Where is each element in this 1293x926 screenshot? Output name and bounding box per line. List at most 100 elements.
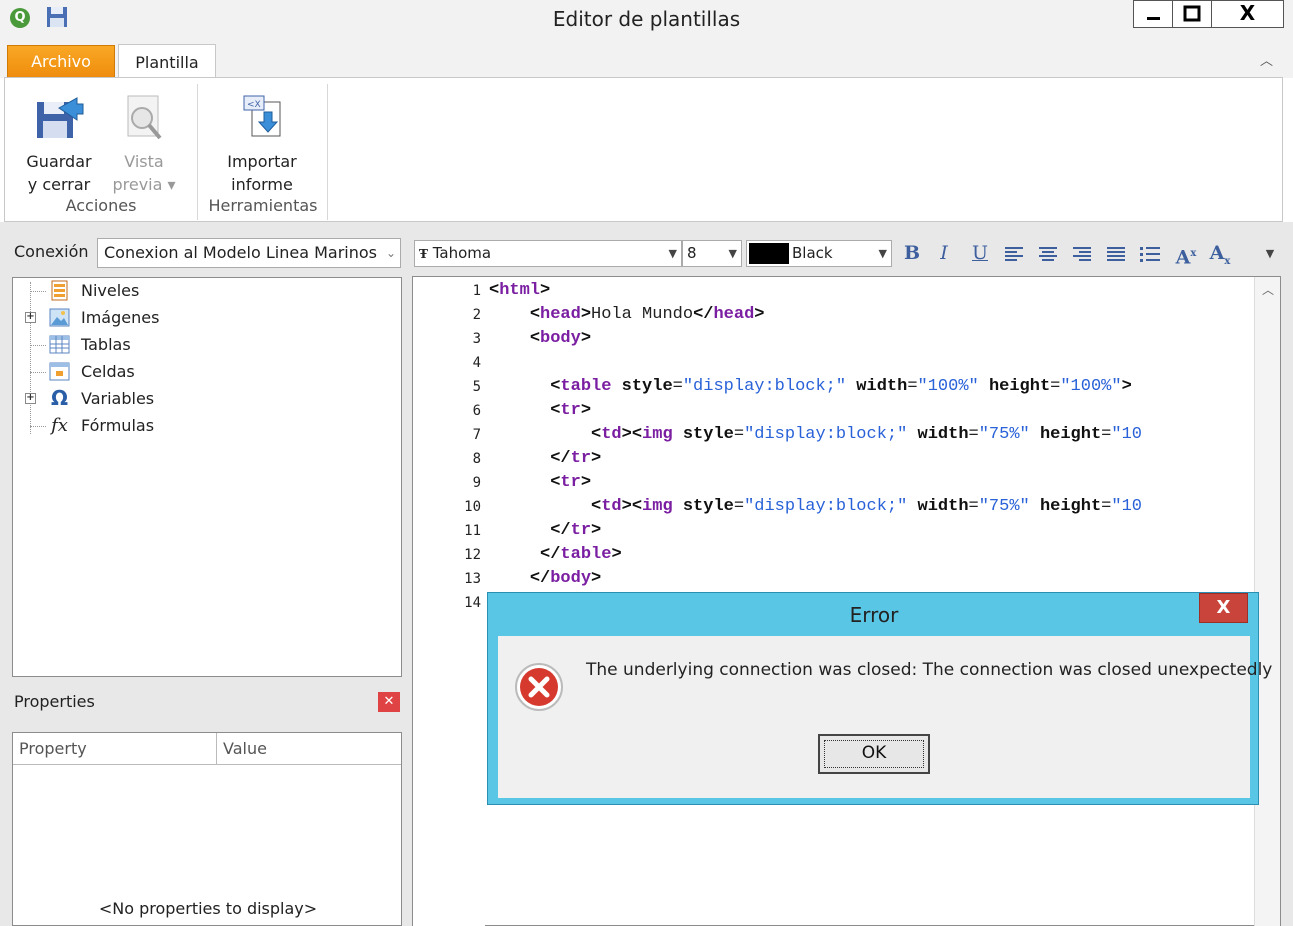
dialog-body: The underlying connection was closed: Th… bbox=[498, 636, 1272, 798]
maximize-icon bbox=[1183, 5, 1201, 22]
align-left-button[interactable] bbox=[1000, 240, 1028, 267]
line-number: 1 bbox=[472, 283, 481, 299]
close-window-button[interactable]: X bbox=[1211, 0, 1284, 28]
preview-label: Vista previa ▾ bbox=[112, 152, 176, 194]
chevron-down-icon: ▼ bbox=[728, 247, 737, 260]
expand-icon[interactable]: + bbox=[25, 393, 36, 404]
color-swatch bbox=[749, 243, 789, 264]
close-icon: X bbox=[1239, 1, 1256, 25]
preview-icon bbox=[127, 95, 162, 140]
align-center-icon bbox=[1039, 247, 1057, 261]
underline-button[interactable]: U bbox=[966, 240, 994, 267]
line-number: 2 bbox=[472, 307, 481, 323]
expand-icon[interactable]: + bbox=[25, 312, 36, 323]
properties-empty-text: <No properties to display> bbox=[98, 899, 318, 918]
code-line[interactable]: <td><img style="display:block;" width="7… bbox=[489, 497, 1142, 516]
superscript-button[interactable]: Ax bbox=[1172, 240, 1200, 268]
error-icon bbox=[515, 663, 563, 711]
column-header-property[interactable]: Property bbox=[13, 733, 217, 765]
font-family-select[interactable]: Ŧ Tahoma ▼ bbox=[414, 240, 682, 267]
connection-label: Conexión bbox=[14, 242, 89, 261]
code-line[interactable]: <tr> bbox=[489, 401, 591, 420]
ok-button[interactable]: OK bbox=[818, 734, 930, 774]
bullet-list-button[interactable] bbox=[1136, 240, 1164, 267]
font-size-select[interactable]: 8 ▼ bbox=[682, 240, 742, 267]
minimize-button[interactable] bbox=[1133, 0, 1173, 28]
line-number: 13 bbox=[464, 571, 481, 587]
list-icon bbox=[1140, 247, 1160, 262]
close-properties-button[interactable]: ✕ bbox=[378, 692, 400, 712]
title-bar: Q Editor de plantillas X bbox=[0, 0, 1293, 40]
tree-item-label: Celdas bbox=[81, 362, 135, 381]
font-color-value: Black bbox=[792, 244, 833, 262]
tree-item-label: Niveles bbox=[81, 281, 140, 300]
scroll-up-icon[interactable]: ︿ bbox=[1255, 281, 1281, 298]
line-number: 4 bbox=[472, 355, 481, 371]
code-line[interactable]: </table> bbox=[489, 545, 622, 564]
subscript-button[interactable]: Ax bbox=[1206, 240, 1234, 267]
import-report-label: Importar informe bbox=[227, 152, 297, 194]
properties-title: Properties bbox=[14, 692, 95, 711]
tree-item-label: Variables bbox=[81, 389, 155, 408]
connection-value: Conexion al Modelo Linea Marinos bbox=[104, 243, 377, 262]
code-line[interactable]: <td><img style="display:block;" width="7… bbox=[489, 425, 1142, 444]
italic-button[interactable]: I bbox=[930, 240, 958, 267]
toolbar-overflow-button[interactable]: ▼ bbox=[1259, 240, 1281, 267]
font-size-value: 8 bbox=[687, 244, 697, 262]
preview-button[interactable]: Vista previa ▾ bbox=[105, 94, 183, 196]
code-line[interactable]: </tr> bbox=[489, 449, 601, 468]
code-line[interactable]: <table style="display:block;" width="100… bbox=[489, 377, 1132, 396]
focus-rectangle bbox=[824, 740, 924, 768]
align-right-icon bbox=[1073, 247, 1091, 261]
line-number: 9 bbox=[472, 475, 481, 491]
chevron-down-icon: ▼ bbox=[668, 247, 677, 260]
line-number: 3 bbox=[472, 331, 481, 347]
tree-item-label: Tablas bbox=[81, 335, 131, 354]
group-separator bbox=[327, 84, 328, 220]
code-line[interactable]: <head>Hola Mundo</head> bbox=[489, 305, 765, 324]
group-separator bbox=[197, 84, 198, 220]
chevron-down-icon: ▼ bbox=[878, 247, 887, 260]
code-line[interactable]: </tr> bbox=[489, 521, 601, 540]
font-color-select[interactable]: Black ▼ bbox=[746, 240, 892, 267]
import-report-button[interactable]: <X Importar informe bbox=[213, 94, 311, 196]
line-number: 14 bbox=[464, 595, 481, 611]
save-and-close-button[interactable]: Guardar y cerrar bbox=[19, 94, 99, 196]
line-number: 8 bbox=[472, 451, 481, 467]
code-line[interactable]: <body> bbox=[489, 329, 591, 348]
error-dialog: Error X The underlying connection was cl… bbox=[487, 592, 1272, 805]
dialog-title: Error bbox=[849, 603, 899, 627]
code-line[interactable]: <html> bbox=[489, 281, 550, 300]
data-tree: Niveles + Imágenes Tablas Celdas + Ω Var… bbox=[12, 277, 402, 677]
save-and-close-label: Guardar y cerrar bbox=[26, 152, 92, 194]
truetype-font-icon: Ŧ bbox=[419, 247, 428, 261]
images-icon bbox=[49, 308, 70, 327]
connection-select[interactable]: Conexion al Modelo Linea Marinos ⌄ bbox=[97, 238, 401, 268]
fx-icon: fx bbox=[51, 415, 68, 436]
cells-icon bbox=[49, 362, 70, 381]
align-right-button[interactable] bbox=[1068, 240, 1096, 267]
window-title: Editor de plantillas bbox=[552, 7, 741, 31]
line-number: 11 bbox=[464, 523, 481, 539]
align-center-button[interactable] bbox=[1034, 240, 1062, 267]
ribbon-panel: Guardar y cerrar Vista previa ▾ Acciones… bbox=[4, 77, 1283, 222]
omega-icon: Ω bbox=[50, 386, 68, 410]
bold-button[interactable]: B bbox=[898, 240, 926, 267]
collapse-ribbon-icon[interactable]: ︿ bbox=[1260, 50, 1273, 69]
group-acciones-label: Acciones bbox=[65, 196, 137, 215]
column-header-value[interactable]: Value bbox=[217, 733, 401, 765]
line-number: 7 bbox=[472, 427, 481, 443]
maximize-button[interactable] bbox=[1172, 0, 1212, 28]
dialog-close-button[interactable]: X bbox=[1199, 593, 1248, 623]
tab-archivo[interactable]: Archivo bbox=[7, 45, 115, 78]
justify-button[interactable] bbox=[1102, 240, 1130, 267]
tab-plantilla[interactable]: Plantilla bbox=[118, 44, 216, 79]
svg-text:<X: <X bbox=[247, 100, 261, 110]
code-line[interactable]: </body> bbox=[489, 569, 601, 588]
line-number: 6 bbox=[472, 403, 481, 419]
code-line[interactable]: <tr> bbox=[489, 473, 591, 492]
group-herramientas-label: Herramientas bbox=[208, 196, 318, 215]
levels-icon bbox=[51, 280, 68, 301]
minimize-icon bbox=[1147, 17, 1160, 20]
save-close-icon bbox=[37, 97, 84, 138]
